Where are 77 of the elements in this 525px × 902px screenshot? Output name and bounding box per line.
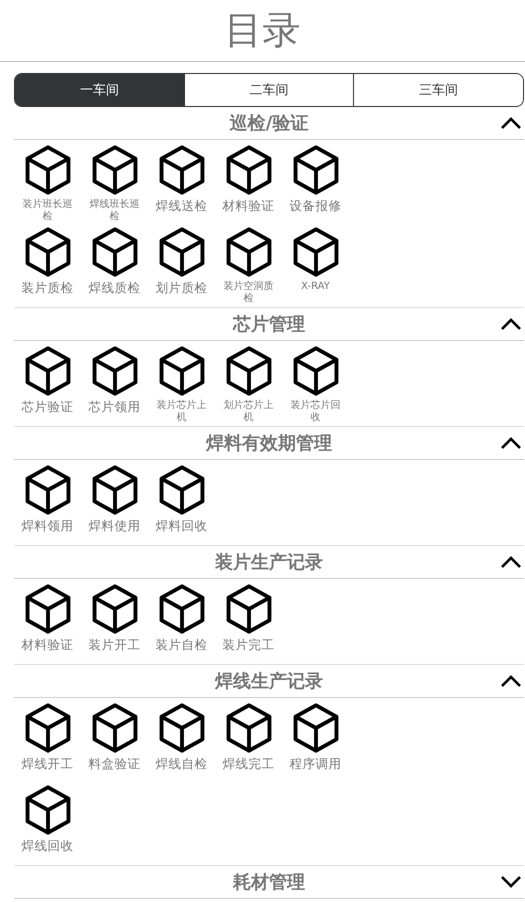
- cube-icon: [24, 227, 70, 277]
- cube-icon: [24, 346, 70, 396]
- chevron-up-icon[interactable]: [500, 674, 522, 688]
- menu-item-label[interactable]: 焊料领用: [16, 519, 80, 532]
- menu-item-label[interactable]: 设备报修: [284, 199, 348, 212]
- menu-item-label[interactable]: 焊线开工: [16, 757, 80, 770]
- cube-icon: [158, 584, 204, 634]
- menu-item-label[interactable]: 装片质检: [16, 281, 80, 294]
- menu-item-label[interactable]: 装片空洞质检: [222, 281, 276, 305]
- cube-icon: [24, 145, 70, 195]
- menu-item-label[interactable]: 划片芯片上机: [222, 400, 276, 424]
- chevron-up-icon[interactable]: [500, 116, 522, 130]
- chevron-down-icon[interactable]: [500, 875, 522, 889]
- cube-icon: [158, 145, 204, 195]
- section-header[interactable]: 焊线生产记录: [14, 665, 524, 698]
- menu-item-label[interactable]: 程序调用: [284, 757, 348, 770]
- cube-icon: [226, 145, 272, 195]
- section-header[interactable]: 巡检/验证: [14, 107, 524, 140]
- chevron-up-icon[interactable]: [500, 436, 522, 450]
- menu-item-label[interactable]: X-RAY: [288, 281, 342, 293]
- cube-icon: [92, 346, 138, 396]
- cube-icon: [92, 145, 138, 195]
- cube-icon: [92, 227, 138, 277]
- menu-item-label[interactable]: 芯片领用: [82, 400, 146, 413]
- cube-icon: [292, 346, 338, 396]
- cube-icon: [158, 465, 204, 515]
- cube-icon: [292, 227, 338, 277]
- cube-icon: [226, 584, 272, 634]
- section-header[interactable]: 焊料有效期管理: [14, 427, 524, 460]
- menu-item-label[interactable]: 焊料回收: [150, 519, 214, 532]
- section-header[interactable]: 芯片管理: [14, 308, 524, 341]
- tab[interactable]: 一车间: [15, 74, 184, 106]
- menu-item-label[interactable]: 焊线质检: [82, 281, 146, 294]
- section-title: 焊线生产记录: [215, 670, 323, 693]
- section-title: 芯片管理: [233, 313, 305, 336]
- menu-item-label[interactable]: 焊料使用: [82, 519, 146, 532]
- cube-icon: [158, 227, 204, 277]
- page-title: 目录: [224, 7, 300, 54]
- cube-icon: [92, 584, 138, 634]
- cube-icon: [226, 227, 272, 277]
- chevron-up-icon[interactable]: [500, 555, 522, 569]
- cube-icon: [158, 703, 204, 753]
- cube-icon: [24, 465, 70, 515]
- menu-item-label[interactable]: 装片班长巡检: [20, 199, 74, 223]
- section-title: 焊料有效期管理: [206, 432, 332, 455]
- section-header[interactable]: 装片生产记录: [14, 546, 524, 579]
- menu-item-label[interactable]: 装片自检: [150, 638, 214, 651]
- cube-icon: [92, 703, 138, 753]
- section-title: 装片生产记录: [215, 551, 323, 574]
- cube-icon: [292, 145, 338, 195]
- cube-icon: [292, 703, 338, 753]
- menu-item-label[interactable]: 焊线回收: [16, 839, 80, 852]
- cube-icon: [92, 465, 138, 515]
- cube-icon: [24, 785, 70, 835]
- menu-item-label[interactable]: 装片完工: [216, 638, 280, 651]
- menu-item-label[interactable]: 装片开工: [82, 638, 146, 651]
- menu-item-label[interactable]: 材料验证: [16, 638, 80, 651]
- section-header[interactable]: 耗材管理: [14, 866, 524, 899]
- cube-icon: [226, 346, 272, 396]
- menu-item-label[interactable]: 焊线班长巡检: [88, 199, 142, 223]
- chevron-up-icon[interactable]: [500, 317, 522, 331]
- menu-item-label[interactable]: 材料验证: [216, 199, 280, 212]
- tab[interactable]: 三车间: [353, 74, 523, 106]
- cube-icon: [24, 584, 70, 634]
- menu-item-label[interactable]: 焊线送检: [150, 199, 214, 212]
- section-title: 耗材管理: [233, 871, 305, 894]
- menu-item-label[interactable]: 焊线自检: [150, 757, 214, 770]
- menu-item-label[interactable]: 料盒验证: [82, 757, 146, 770]
- cube-icon: [226, 703, 272, 753]
- section-title: 巡检/验证: [230, 112, 308, 135]
- menu-item-label[interactable]: 装片芯片上机: [154, 400, 208, 424]
- menu-item-label[interactable]: 芯片验证: [16, 400, 80, 413]
- menu-item-label[interactable]: 划片质检: [150, 281, 214, 294]
- cube-icon: [158, 346, 204, 396]
- menu-item-label[interactable]: 装片芯片回收: [288, 400, 342, 424]
- cube-icon: [24, 703, 70, 753]
- menu-item-label[interactable]: 焊线完工: [216, 757, 280, 770]
